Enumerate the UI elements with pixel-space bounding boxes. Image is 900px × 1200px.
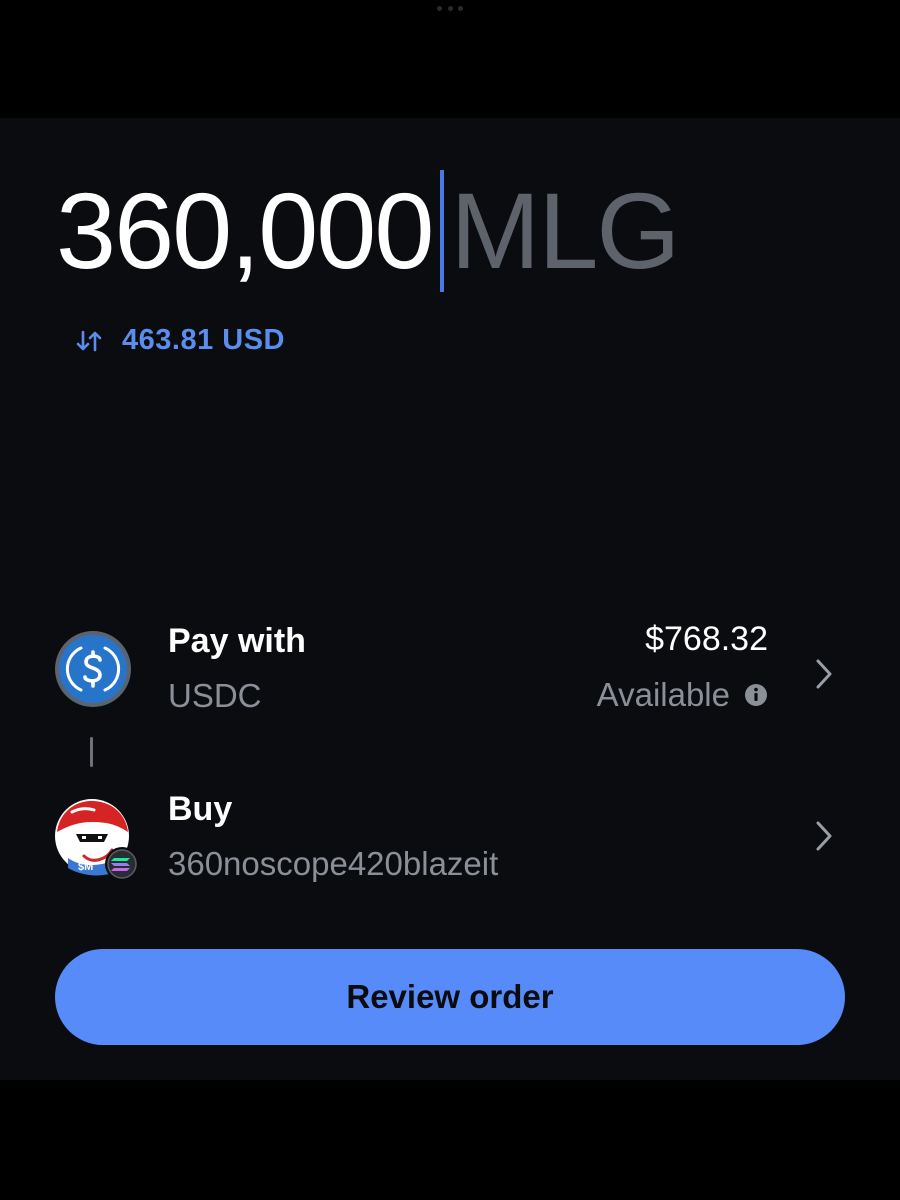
amount-input[interactable]: 360,000 MLG — [56, 166, 680, 296]
buy-order-screen: 360,000 MLG 463.81 USD Pay with USDC $76… — [0, 118, 900, 1080]
available-balance: $768.32 — [645, 620, 768, 658]
swap-arrows-icon — [76, 330, 102, 351]
dot — [437, 6, 442, 11]
pay-with-label: Pay with — [168, 622, 306, 660]
buy-asset-name: 360noscope420blazeit — [168, 845, 499, 882]
buy-row[interactable]: $M Buy 360noscope420blazeit — [0, 788, 900, 898]
info-icon[interactable] — [744, 683, 768, 707]
dot — [447, 6, 453, 11]
review-order-button[interactable]: Review order — [55, 949, 845, 1045]
dot — [458, 6, 463, 11]
svg-text:$M: $M — [78, 861, 93, 873]
chevron-right-icon — [816, 821, 832, 851]
route-connector-line — [90, 737, 93, 767]
available-label: Available — [596, 676, 730, 713]
mlg-token-icon: $M — [55, 799, 139, 881]
currency-toggle[interactable]: 463.81 USD — [76, 324, 285, 357]
pay-asset-name: USDC — [168, 677, 262, 714]
available-label-group: Available — [597, 676, 768, 714]
amount-value: 360,000 — [56, 170, 434, 291]
window-grabber-dots — [437, 6, 463, 12]
converted-amount: 463.81 USD — [122, 324, 285, 356]
chevron-right-icon — [816, 659, 832, 689]
buy-label: Buy — [168, 790, 233, 828]
pay-with-row[interactable]: Pay with USDC $768.32 Available — [0, 620, 900, 730]
text-cursor — [440, 170, 445, 292]
usdc-icon — [55, 631, 131, 707]
amount-unit: MLG — [450, 170, 680, 291]
